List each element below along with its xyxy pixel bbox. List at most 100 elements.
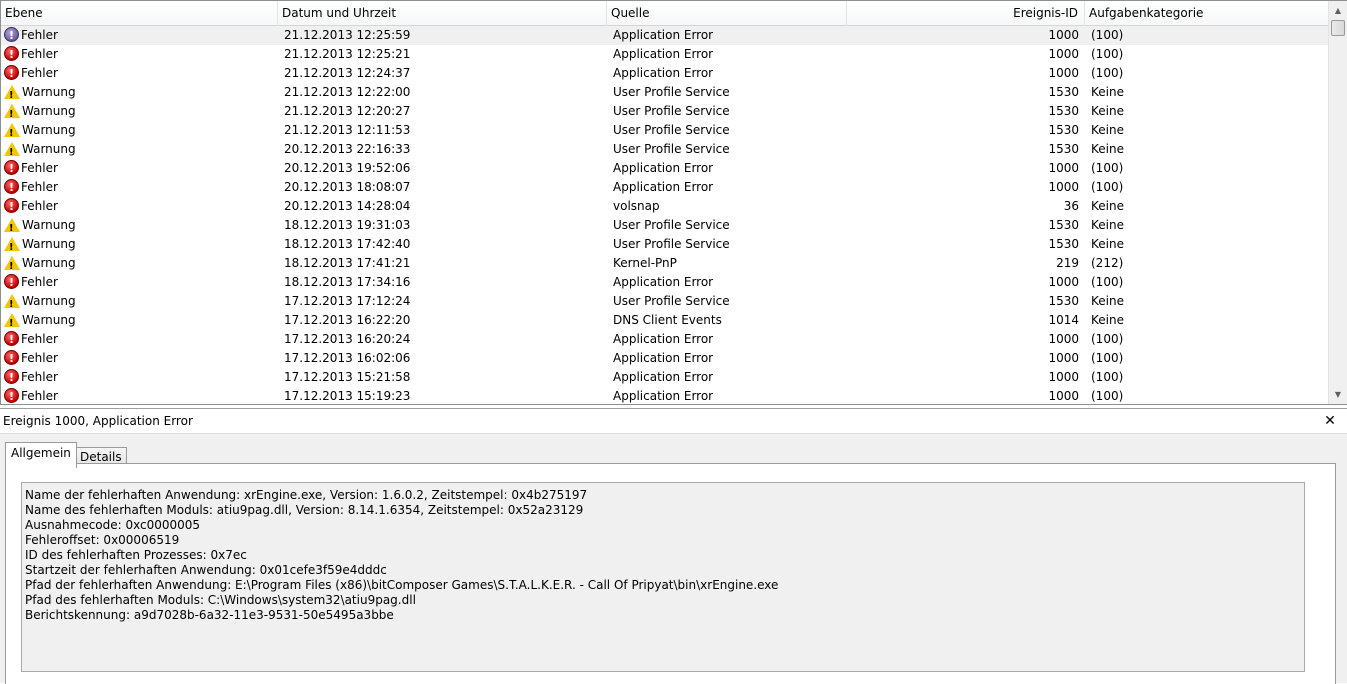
tab-content: Name der fehlerhaften Anwendung: xrEngin… [5, 463, 1336, 684]
category-cell: Keine [1091, 142, 1124, 156]
header-source[interactable]: Quelle [607, 1, 847, 26]
level-cell: Fehler [4, 349, 58, 368]
table-row[interactable]: Fehler 20.12.2013 19:52:06 Application Err… [1, 159, 1328, 178]
scroll-thumb[interactable] [1331, 20, 1345, 36]
level-cell: Warnung [4, 254, 76, 276]
warning-icon [4, 104, 20, 124]
event-id-cell: 1000 [1048, 47, 1079, 61]
level-label: Fehler [21, 275, 58, 289]
datetime-cell: 17.12.2013 16:02:06 [284, 351, 411, 365]
table-row[interactable]: Warnung 18.12.2013 19:31:03 User Profile S… [1, 216, 1328, 238]
event-id-cell: 1530 [1048, 142, 1079, 156]
header-event-id[interactable]: Ereignis-ID [847, 1, 1085, 26]
level-cell: Fehler [4, 26, 58, 45]
table-row[interactable]: Warnung 21.12.2013 12:22:00 User Profile S… [1, 83, 1328, 105]
table-row[interactable]: Warnung 20.12.2013 22:16:33 User Profile S… [1, 140, 1328, 162]
message-line: ID des fehlerhaften Prozesses: 0x7ec [25, 548, 247, 562]
level-cell: Warnung [4, 102, 76, 124]
datetime-cell: 17.12.2013 17:12:24 [284, 294, 411, 308]
table-row[interactable]: Warnung 21.12.2013 12:20:27 User Profile S… [1, 102, 1328, 124]
source-cell: Application Error [613, 47, 714, 61]
message-line: Berichtskennung: a9d7028b-6a32-11e3-9531… [25, 608, 394, 622]
event-id-cell: 1000 [1048, 389, 1079, 403]
tab-allgemein[interactable]: Allgemein [5, 442, 77, 468]
source-cell: Application Error [613, 332, 714, 346]
level-label: Fehler [21, 28, 58, 42]
category-cell: (100) [1091, 370, 1124, 384]
event-list[interactable]: Ebene Datum und Uhrzeit Quelle Ereignis-… [0, 0, 1347, 405]
level-label: Warnung [22, 85, 76, 99]
message-line: Pfad des fehlerhaften Moduls: C:\Windows… [25, 593, 416, 607]
detail-title: Ereignis 1000, Application Error [0, 409, 1347, 434]
level-label: Warnung [22, 294, 76, 308]
event-id-cell: 1530 [1048, 218, 1079, 232]
warning-icon [4, 256, 20, 276]
message-line: Ausnahmecode: 0xc0000005 [25, 518, 201, 532]
category-cell: Keine [1091, 104, 1124, 118]
scroll-up-icon[interactable]: ▲ [1329, 2, 1347, 19]
level-cell: Warnung [4, 216, 76, 238]
source-cell: Application Error [613, 389, 714, 403]
event-message-box[interactable]: Name der fehlerhaften Anwendung: xrEngin… [21, 482, 1305, 672]
event-id-cell: 1530 [1048, 294, 1079, 308]
datetime-cell: 20.12.2013 14:28:04 [284, 199, 411, 213]
event-detail-pane: Ereignis 1000, Application Error ✕ Allge… [0, 408, 1347, 684]
datetime-cell: 18.12.2013 19:31:03 [284, 218, 411, 232]
datetime-cell: 21.12.2013 12:22:00 [284, 85, 411, 99]
source-cell: Application Error [613, 28, 714, 42]
table-row[interactable]: Fehler 18.12.2013 17:34:16 Application Err… [1, 273, 1328, 292]
source-cell: DNS Client Events [613, 313, 722, 327]
table-row[interactable]: Warnung 21.12.2013 12:11:53 User Profile S… [1, 121, 1328, 143]
datetime-cell: 20.12.2013 22:16:33 [284, 142, 411, 156]
level-label: Fehler [21, 180, 58, 194]
datetime-cell: 17.12.2013 15:19:23 [284, 389, 411, 403]
category-cell: Keine [1091, 123, 1124, 137]
table-row[interactable]: Warnung 17.12.2013 16:22:20 DNS Client Eve… [1, 311, 1328, 333]
table-row[interactable]: Fehler 20.12.2013 18:08:07 Application Err… [1, 178, 1328, 197]
level-label: Fehler [21, 199, 58, 213]
category-cell: (100) [1091, 28, 1124, 42]
header-datetime[interactable]: Datum und Uhrzeit [278, 1, 607, 26]
level-cell: Fehler [4, 197, 58, 216]
event-id-cell: 1014 [1048, 313, 1079, 327]
source-cell: User Profile Service [613, 218, 730, 232]
message-line: Name der fehlerhaften Anwendung: xrEngin… [25, 488, 588, 502]
vertical-scrollbar[interactable]: ▲ ▼ [1328, 1, 1347, 404]
close-icon[interactable]: ✕ [1323, 413, 1337, 429]
table-row[interactable]: Fehler 21.12.2013 12:25:21 Application Err… [1, 45, 1328, 64]
table-row[interactable]: Fehler 17.12.2013 16:20:24 Application Err… [1, 330, 1328, 349]
category-cell: Keine [1091, 218, 1124, 232]
category-cell: Keine [1091, 199, 1124, 213]
error-icon [4, 349, 19, 368]
table-row[interactable]: Warnung 18.12.2013 17:42:40 User Profile S… [1, 235, 1328, 257]
level-label: Fehler [21, 161, 58, 175]
datetime-cell: 17.12.2013 16:22:20 [284, 313, 411, 327]
event-id-cell: 219 [1056, 256, 1079, 270]
event-id-cell: 1530 [1048, 237, 1079, 251]
datetime-cell: 20.12.2013 19:52:06 [284, 161, 411, 175]
source-cell: User Profile Service [613, 294, 730, 308]
warning-icon [4, 142, 20, 162]
datetime-cell: 21.12.2013 12:25:21 [284, 47, 411, 61]
datetime-cell: 18.12.2013 17:41:21 [284, 256, 411, 270]
level-label: Warnung [22, 313, 76, 327]
table-row[interactable]: Fehler 21.12.2013 12:25:59 Application Err… [1, 26, 1328, 45]
table-row[interactable]: Fehler 17.12.2013 15:21:58 Application Err… [1, 368, 1328, 387]
warning-icon [4, 123, 20, 143]
header-level[interactable]: Ebene [1, 1, 278, 26]
error-icon [4, 387, 19, 404]
table-row[interactable]: Fehler 17.12.2013 15:19:23 Application Err… [1, 387, 1328, 404]
table-row[interactable]: Fehler 20.12.2013 14:28:04 volsnap 36 Keine [1, 197, 1328, 216]
warning-icon [4, 313, 20, 333]
category-cell: (100) [1091, 180, 1124, 194]
level-cell: Warnung [4, 83, 76, 105]
header-category[interactable]: Aufgabenkategorie [1085, 1, 1329, 26]
table-row[interactable]: Fehler 17.12.2013 16:02:06 Application Err… [1, 349, 1328, 368]
table-row[interactable]: Fehler 21.12.2013 12:24:37 Application Err… [1, 64, 1328, 83]
level-cell: Fehler [4, 159, 58, 178]
table-row[interactable]: Warnung 18.12.2013 17:41:21 Kernel-PnP 219 (… [1, 254, 1328, 276]
event-id-cell: 1530 [1048, 85, 1079, 99]
table-row[interactable]: Warnung 17.12.2013 17:12:24 User Profile S… [1, 292, 1328, 314]
error-icon [4, 330, 19, 349]
scroll-down-icon[interactable]: ▼ [1329, 386, 1347, 403]
